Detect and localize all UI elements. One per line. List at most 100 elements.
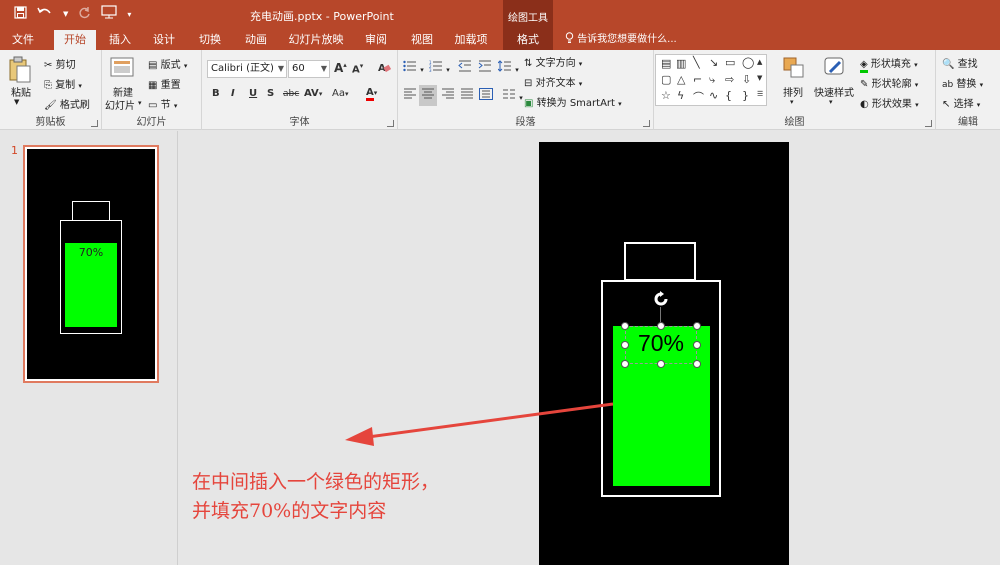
- columns-button[interactable]: ▾: [502, 88, 523, 103]
- tell-me-box[interactable]: 告诉我您想要做什么...: [565, 30, 677, 50]
- customize-qat-icon[interactable]: ▾: [127, 10, 131, 19]
- shape-fill-button[interactable]: ◈ 形状填充 ▾: [860, 55, 918, 73]
- slide-thumbnail[interactable]: 70%: [23, 145, 159, 383]
- text-shadow-button[interactable]: S: [267, 88, 274, 99]
- new-slide-icon[interactable]: [110, 56, 134, 80]
- triangle-shape-icon[interactable]: △: [677, 73, 685, 86]
- battery-percent-text[interactable]: 70%: [625, 330, 697, 357]
- text-direction-button[interactable]: ⇅ 文字方向 ▾: [524, 54, 582, 69]
- find-button[interactable]: 🔍 查找: [942, 55, 978, 70]
- align-center-icon[interactable]: [419, 85, 437, 106]
- align-text-button[interactable]: ⊟ 对齐文本 ▾: [524, 74, 582, 89]
- section-button[interactable]: ▭ 节 ▾: [148, 96, 177, 111]
- font-size-select[interactable]: 60 ▼: [288, 60, 330, 78]
- resize-handle-sw[interactable]: [621, 360, 629, 368]
- curve-shape-icon[interactable]: ∿: [709, 89, 718, 102]
- brace-left-shape-icon[interactable]: {: [725, 89, 732, 102]
- shape-effects-button[interactable]: ◐ 形状效果 ▾: [860, 95, 919, 110]
- grow-font-button[interactable]: A▴: [334, 61, 347, 75]
- quick-styles-dropdown-icon[interactable]: ▾: [829, 98, 833, 106]
- line-spacing-button[interactable]: ▾: [497, 60, 519, 75]
- format-painter-button[interactable]: 🖌 格式刷: [44, 96, 90, 111]
- resize-handle-n[interactable]: [657, 322, 665, 330]
- convert-smartart-button[interactable]: ▣ 转换为 SmartArt ▾: [524, 94, 622, 109]
- copy-dropdown-icon[interactable]: ▾: [78, 82, 82, 90]
- tab-format[interactable]: 格式: [503, 30, 553, 50]
- tab-slideshow[interactable]: 幻灯片放映: [282, 30, 350, 50]
- lightning-shape-icon[interactable]: ϟ: [677, 89, 684, 102]
- underline-button[interactable]: U: [249, 88, 257, 99]
- star-shape-icon[interactable]: ☆: [661, 89, 671, 102]
- brace-right-shape-icon[interactable]: }: [742, 89, 749, 102]
- arrange-dropdown-icon[interactable]: ▾: [790, 98, 794, 106]
- paragraph-dialog-launcher-icon[interactable]: [643, 120, 650, 127]
- increase-indent-icon[interactable]: [478, 60, 492, 75]
- shapes-gallery[interactable]: ▤ ▥ ╲ ↘ ▭ ◯ ▢ △ ⌐ ⤷ ⇨ ⇩ ☆ ϟ ⌒ ∿ { } ▲ ▼ …: [655, 54, 767, 106]
- arrow-shape-icon[interactable]: ↘: [709, 56, 718, 69]
- gallery-scroll-down-icon[interactable]: ▼: [757, 74, 762, 82]
- arc-shape-icon[interactable]: ⌒: [693, 89, 704, 105]
- shape-outline-button[interactable]: ✎ 形状轮廓 ▾: [860, 75, 918, 90]
- bold-button[interactable]: B: [212, 88, 220, 99]
- font-dialog-launcher-icon[interactable]: [387, 120, 394, 127]
- tab-file[interactable]: 文件: [0, 30, 46, 50]
- paste-button[interactable]: 粘贴: [11, 84, 31, 99]
- gallery-scroll-up-icon[interactable]: ▲: [757, 58, 762, 66]
- char-spacing-button[interactable]: AV▾: [304, 88, 322, 99]
- start-from-beginning-icon[interactable]: [101, 5, 117, 23]
- resize-handle-ne[interactable]: [693, 322, 701, 330]
- replace-button[interactable]: ab 替换 ▾: [942, 75, 983, 90]
- rotate-handle-icon[interactable]: [651, 289, 671, 309]
- numbering-button[interactable]: 123 ▾: [429, 60, 450, 75]
- decrease-indent-icon[interactable]: [458, 60, 472, 75]
- resize-handle-w[interactable]: [621, 341, 629, 349]
- tab-insert[interactable]: 插入: [102, 30, 138, 50]
- redo-icon[interactable]: [78, 6, 91, 23]
- tab-home[interactable]: 开始: [54, 30, 96, 50]
- paste-dropdown-icon[interactable]: ▼: [14, 98, 19, 106]
- cut-button[interactable]: ✂ 剪切: [44, 56, 76, 71]
- layout-button[interactable]: ▤ 版式 ▾: [148, 56, 187, 71]
- tab-design[interactable]: 设计: [146, 30, 182, 50]
- down-arrow-shape-icon[interactable]: ⇩: [742, 73, 751, 86]
- slide-canvas[interactable]: 70%: [539, 142, 789, 565]
- textbox-shape-icon[interactable]: ▤: [661, 57, 671, 70]
- justify-icon[interactable]: [460, 88, 474, 103]
- distributed-icon[interactable]: [479, 88, 493, 103]
- quick-styles-button[interactable]: 快速样式: [814, 84, 854, 99]
- shrink-font-button[interactable]: A▾: [352, 62, 363, 75]
- tab-transitions[interactable]: 切换: [192, 30, 228, 50]
- vertical-textbox-shape-icon[interactable]: ▥: [676, 57, 686, 70]
- select-button[interactable]: ↖ 选择 ▾: [942, 95, 980, 110]
- line-shape-icon[interactable]: ╲: [693, 56, 700, 69]
- reset-button[interactable]: ▦ 重置: [148, 76, 181, 91]
- new-slide-dropdown-icon[interactable]: ▾: [138, 99, 142, 107]
- align-left-icon[interactable]: [403, 88, 417, 103]
- gallery-more-icon[interactable]: ☰: [757, 90, 763, 98]
- save-icon[interactable]: [14, 5, 27, 23]
- dialog-launcher-icon[interactable]: [91, 120, 98, 127]
- resize-handle-e[interactable]: [693, 341, 701, 349]
- bullets-button[interactable]: ▾: [403, 60, 424, 75]
- connector-shape-icon[interactable]: ⌐: [693, 73, 702, 86]
- align-right-icon[interactable]: [441, 88, 455, 103]
- undo-icon[interactable]: [37, 6, 53, 23]
- italic-button[interactable]: I: [231, 88, 235, 99]
- tab-view[interactable]: 视图: [404, 30, 440, 50]
- rounded-rectangle-shape-icon[interactable]: ▢: [661, 73, 671, 86]
- rectangle-shape-icon[interactable]: ▭: [725, 56, 735, 69]
- dropdown-icon[interactable]: ▼: [63, 10, 68, 18]
- tab-review[interactable]: 审阅: [358, 30, 394, 50]
- oval-shape-icon[interactable]: ◯: [742, 56, 754, 69]
- quick-styles-icon[interactable]: [822, 56, 846, 80]
- paste-icon[interactable]: [8, 56, 32, 83]
- battery-cap[interactable]: [624, 242, 696, 281]
- resize-handle-s[interactable]: [657, 360, 665, 368]
- tab-animations[interactable]: 动画: [238, 30, 274, 50]
- strikethrough-button[interactable]: abc: [283, 89, 299, 99]
- copy-button[interactable]: ⎘ 复制 ▾: [44, 76, 82, 91]
- font-name-select[interactable]: Calibri (正文) ▼: [207, 60, 287, 78]
- block-arrow-shape-icon[interactable]: ⇨: [725, 73, 734, 86]
- tab-addins[interactable]: 加载项: [448, 30, 494, 50]
- clear-formatting-button[interactable]: A: [378, 61, 392, 76]
